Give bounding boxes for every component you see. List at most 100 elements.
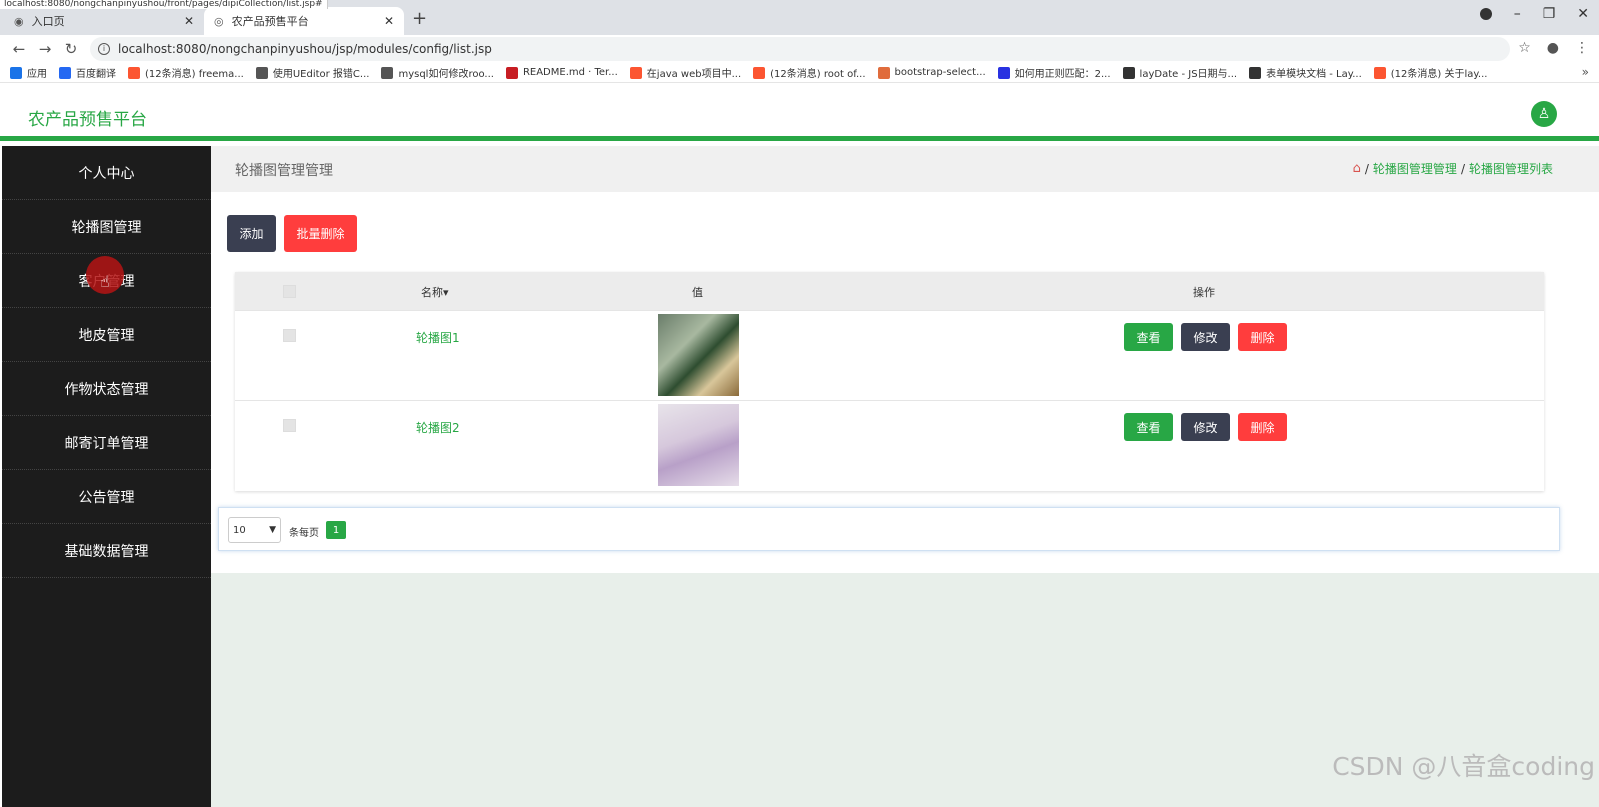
bookmark-icon	[997, 66, 1010, 79]
bookmark-label: (12条消息) 关于lay...	[1390, 69, 1488, 80]
bookmark-label: (12条消息) freema...	[145, 69, 244, 80]
bookmarks-overflow-icon[interactable]: »	[1582, 65, 1589, 79]
tab-entry-page[interactable]: ◉ 入口页 ✕	[4, 7, 204, 35]
carousel-image	[658, 404, 739, 486]
new-tab-button[interactable]: +	[412, 8, 427, 29]
bookmark-item[interactable]: (12条消息) 关于lay...	[1373, 65, 1488, 80]
bookmark-item[interactable]: 应用	[10, 65, 47, 80]
url-text: localhost:8080/nongchanpinyushou/jsp/mod…	[118, 42, 492, 56]
bookmark-item[interactable]: 表单模块文档 - Lay...	[1249, 65, 1362, 80]
bookmark-label: 表单模块文档 - Lay...	[1266, 69, 1362, 80]
bookmark-item[interactable]: bootstrap-select...	[877, 66, 986, 79]
status-url: localhost:8080/nongchanpinyushou/front/p…	[0, 0, 328, 9]
user-avatar-icon[interactable]: ♙	[1531, 101, 1557, 127]
page-size-select[interactable]: 10 ▼	[228, 517, 281, 543]
bookmark-icon	[505, 66, 518, 79]
back-icon[interactable]: ←	[12, 40, 26, 58]
bookmark-item[interactable]: 在java web项目中...	[629, 65, 741, 80]
table-header: 名称▾ 值 操作	[235, 272, 1544, 310]
batch-delete-button[interactable]: 批量删除	[284, 215, 357, 252]
bookmark-item[interactable]: 使用UEditor 报错C...	[255, 65, 370, 80]
close-icon[interactable]: ✕	[184, 14, 194, 28]
bookmark-icon	[1373, 66, 1386, 79]
row-checkbox[interactable]	[283, 419, 296, 432]
delete-button[interactable]: 删除	[1238, 413, 1287, 441]
column-header-name[interactable]: 名称▾	[421, 284, 449, 300]
profile-icon[interactable]	[1479, 8, 1492, 20]
reload-icon[interactable]: ↻	[64, 40, 78, 58]
bookmark-label: 百度翻译	[76, 69, 116, 80]
column-header-value: 值	[692, 286, 703, 299]
bookmark-icon	[128, 66, 140, 79]
sidebar-item-personal-center[interactable]: 个人中心	[2, 146, 211, 200]
forward-icon[interactable]: →	[38, 40, 52, 58]
apps-icon	[10, 66, 22, 79]
bookmark-item[interactable]: mysql如何修改roo...	[381, 65, 494, 80]
sidebar-item-mail-orders[interactable]: 邮寄订单管理	[2, 416, 211, 470]
info-icon[interactable]: i	[98, 43, 110, 55]
data-table: 名称▾ 值 操作 轮播图1 查看 修改 删除 轮播图2 查看 修改 删除	[235, 272, 1544, 491]
row-name[interactable]: 轮播图1	[416, 329, 460, 346]
carousel-image	[658, 314, 739, 396]
bookmark-item[interactable]: (12条消息) freema...	[128, 65, 244, 80]
bookmark-label: 应用	[27, 69, 47, 80]
sidebar-item-customers[interactable]: 客户管理	[2, 254, 211, 308]
bookmark-label: 如何用正则匹配：2...	[1014, 69, 1111, 80]
bookmark-icon	[629, 66, 642, 79]
bookmark-item[interactable]: layDate - JS日期与...	[1122, 65, 1237, 80]
add-button[interactable]: 添加	[227, 215, 276, 252]
bookmark-icon	[877, 66, 890, 79]
pagination: 10 ▼ 条每页 1	[218, 507, 1560, 551]
per-page-label: 条每页	[289, 528, 319, 539]
bookmark-icon	[1249, 66, 1262, 79]
sidebar-item-basic-data[interactable]: 基础数据管理	[2, 524, 211, 578]
delete-button[interactable]: 删除	[1238, 323, 1287, 351]
tab-platform[interactable]: ◎ 农产品预售平台 ✕	[204, 7, 404, 35]
bookmark-icon	[753, 66, 766, 79]
bookmark-item[interactable]: 百度翻译	[59, 65, 116, 80]
url-input[interactable]: i localhost:8080/nongchanpinyushou/jsp/m…	[90, 37, 1510, 61]
page-number-button[interactable]: 1	[326, 521, 346, 539]
bookmark-label: 使用UEditor 报错C...	[272, 69, 370, 80]
edit-button[interactable]: 修改	[1181, 413, 1230, 441]
row-checkbox[interactable]	[283, 329, 296, 342]
star-icon[interactable]: ☆	[1518, 40, 1531, 56]
bookmark-icon	[59, 66, 71, 79]
breadcrumb-separator: /	[1364, 161, 1369, 176]
close-window-icon[interactable]: ✕	[1577, 6, 1589, 22]
select-all-checkbox[interactable]	[283, 285, 296, 298]
page-title: 轮播图管理管理	[235, 163, 333, 179]
page-size-value: 10	[233, 524, 246, 536]
minimize-icon[interactable]: –	[1514, 6, 1521, 22]
breadcrumb-item[interactable]: 轮播图管理列表	[1469, 160, 1553, 177]
tab-label: 农产品预售平台	[231, 15, 309, 28]
bookmark-item[interactable]: (12条消息) root of...	[753, 65, 866, 80]
bookmark-label: README.md · Ter...	[522, 67, 618, 78]
bookmark-label: bootstrap-select...	[894, 67, 986, 78]
menu-icon[interactable]: ⋮	[1575, 40, 1589, 56]
sort-icon[interactable]: ▾	[443, 286, 449, 299]
restore-icon[interactable]: ❐	[1543, 6, 1556, 22]
bookmark-icon	[255, 66, 268, 79]
column-header-actions: 操作	[1193, 286, 1215, 299]
app-header: 农产品预售平台 ♙	[0, 83, 1599, 141]
view-button[interactable]: 查看	[1124, 413, 1173, 441]
sidebar-item-crop-status[interactable]: 作物状态管理	[2, 362, 211, 416]
sidebar-item-land[interactable]: 地皮管理	[2, 308, 211, 362]
globe-icon: ◉	[14, 14, 24, 28]
bookmarks-bar: 应用 百度翻译 (12条消息) freema... 使用UEditor 报错C... m…	[0, 63, 1599, 83]
row-name[interactable]: 轮播图2	[416, 419, 460, 436]
sidebar-item-announcements[interactable]: 公告管理	[2, 470, 211, 524]
bookmark-item[interactable]: 如何用正则匹配：2...	[997, 65, 1111, 80]
edit-button[interactable]: 修改	[1181, 323, 1230, 351]
bookmark-item[interactable]: README.md · Ter...	[505, 66, 618, 79]
sidebar-item-carousel[interactable]: 轮播图管理	[2, 200, 211, 254]
location-icon: ◎	[214, 14, 224, 28]
account-icon[interactable]: ●	[1547, 40, 1559, 56]
view-button[interactable]: 查看	[1124, 323, 1173, 351]
close-icon[interactable]: ✕	[384, 14, 394, 28]
home-icon[interactable]: ⌂	[1353, 161, 1361, 176]
breadcrumb-separator: /	[1460, 161, 1465, 176]
watermark: CSDN @八音盒coding	[1332, 752, 1595, 781]
breadcrumb-item[interactable]: 轮播图管理管理	[1373, 160, 1457, 177]
